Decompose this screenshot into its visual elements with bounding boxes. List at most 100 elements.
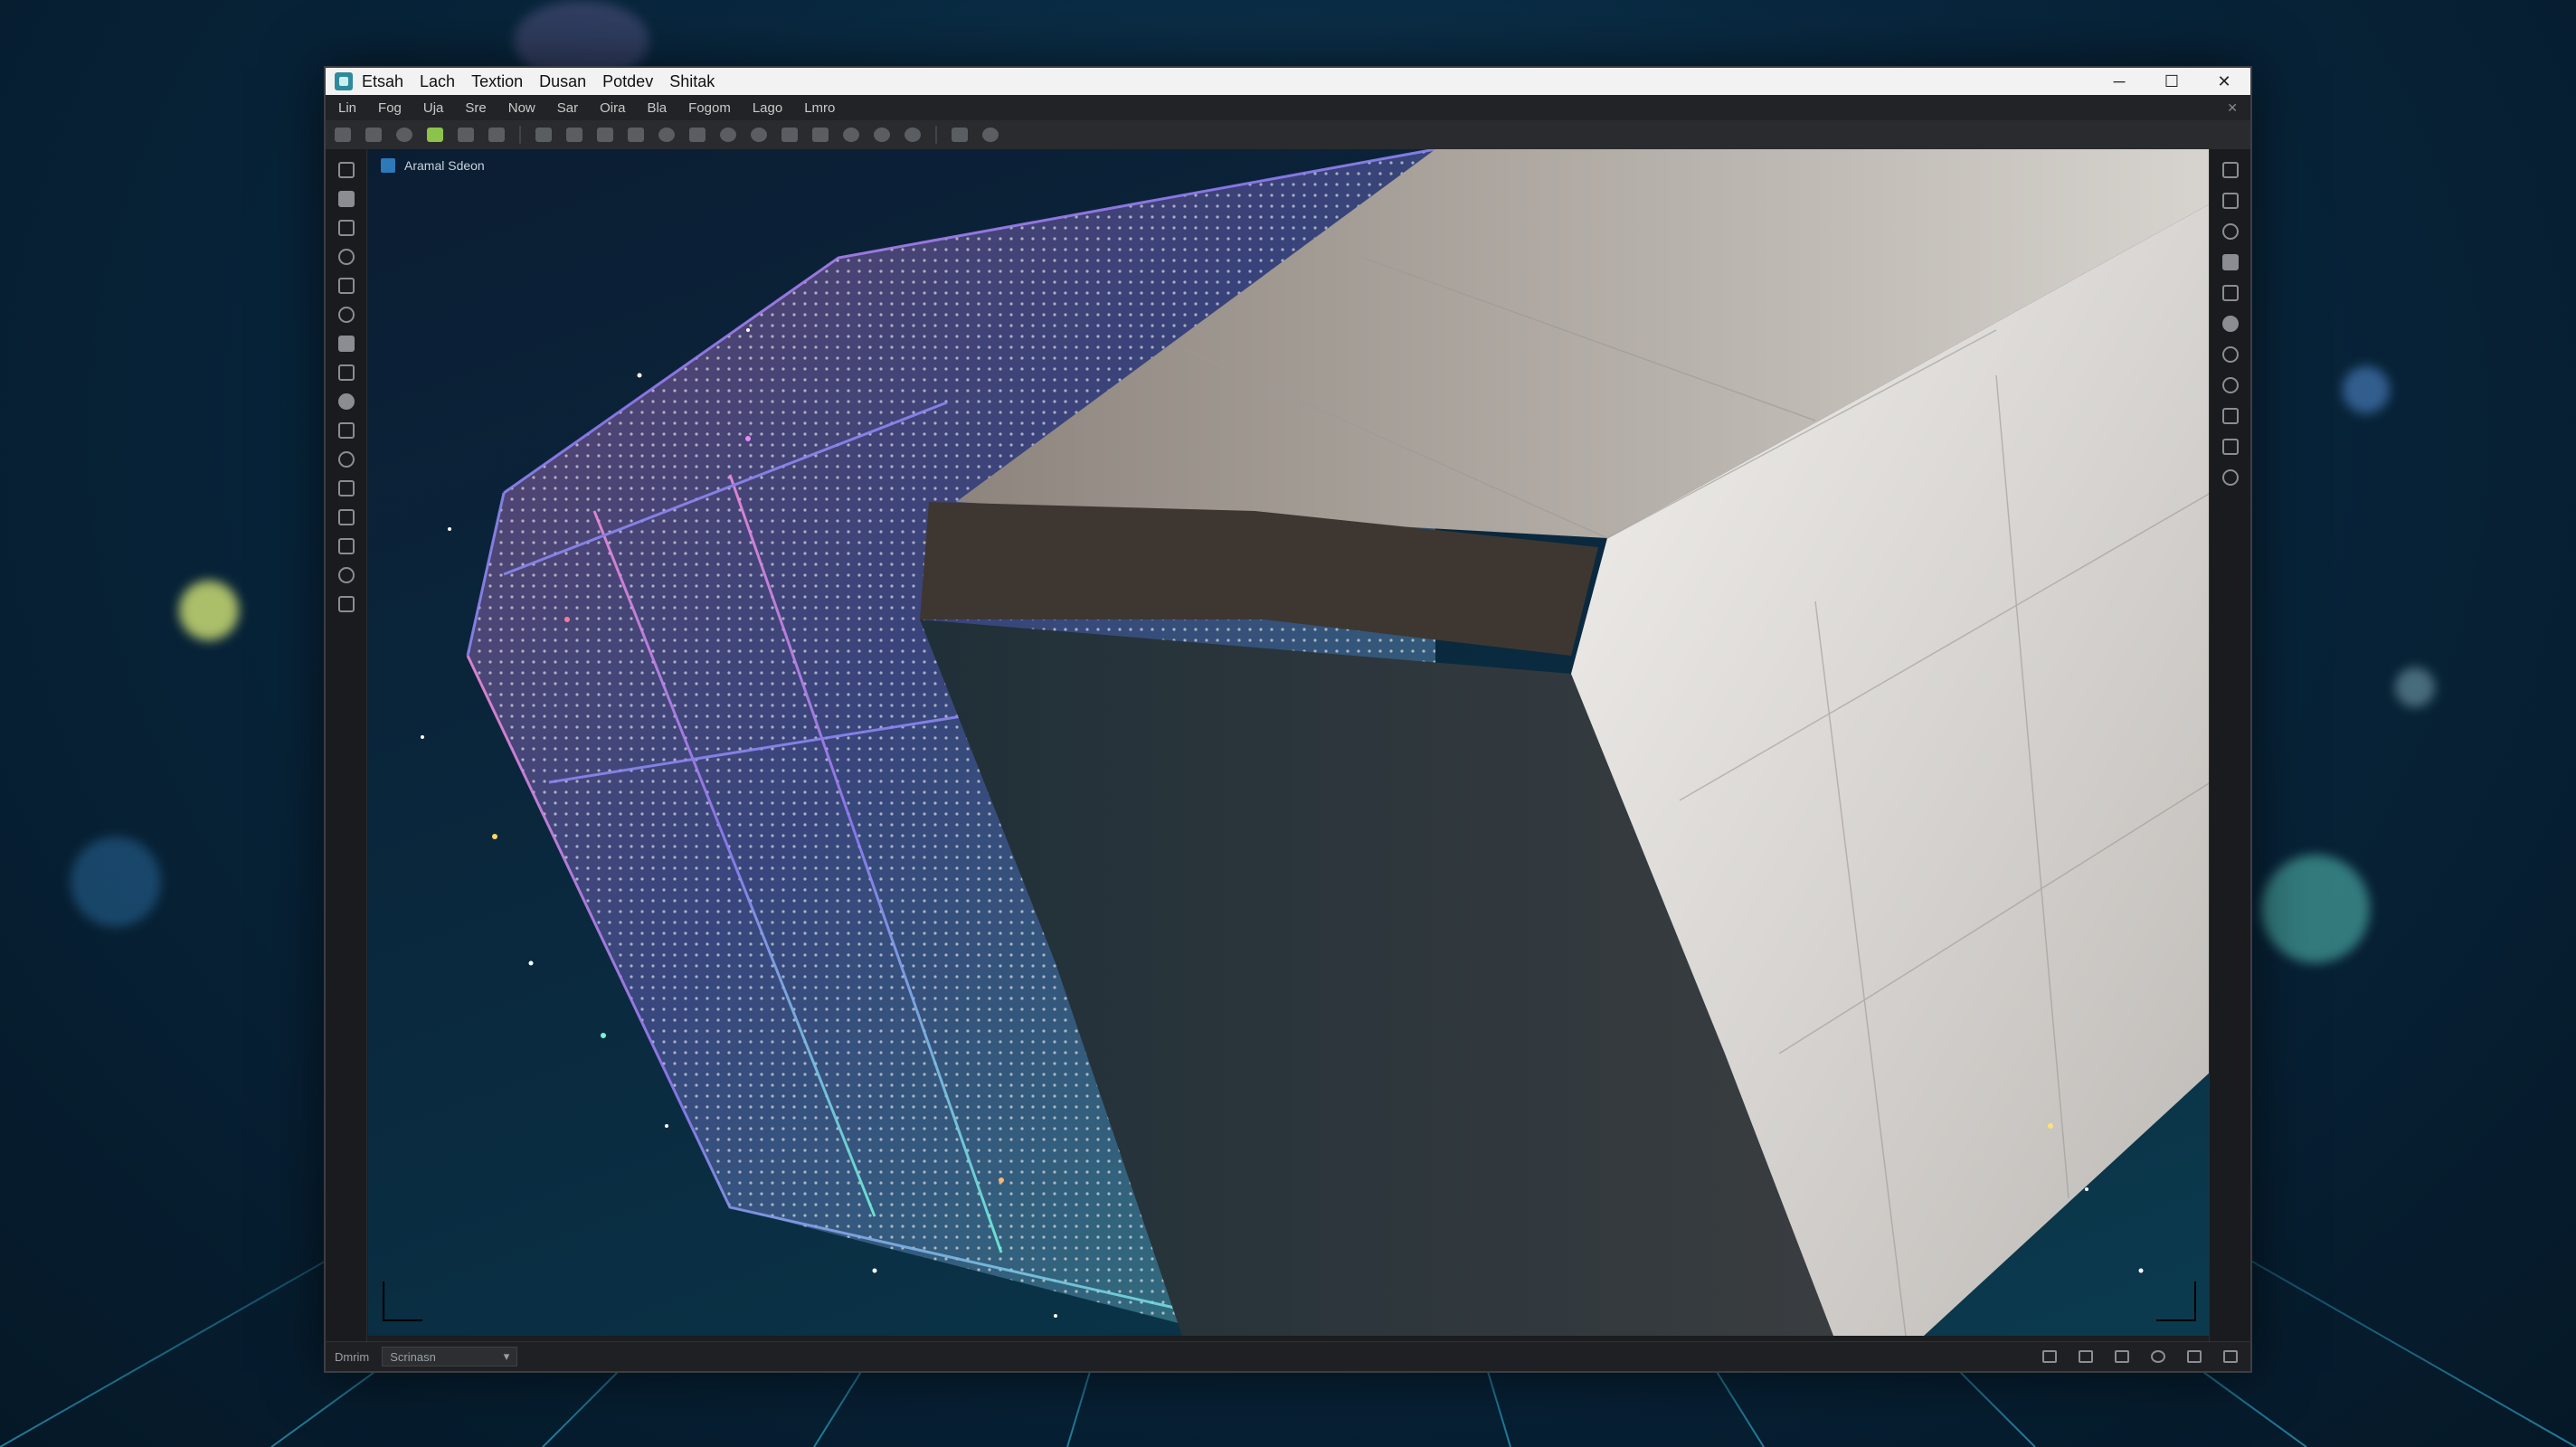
window-icon[interactable] (952, 128, 968, 142)
menu-item[interactable]: Lmro (804, 100, 835, 116)
crop-icon[interactable] (337, 538, 355, 554)
menu-item[interactable]: Uja (423, 100, 444, 116)
title-menu-item[interactable]: Shitak (669, 72, 715, 91)
material-icon[interactable] (843, 128, 859, 142)
scale-icon[interactable] (337, 220, 355, 236)
zoom-icon[interactable] (337, 307, 355, 323)
maximize-button[interactable]: ☐ (2145, 68, 2198, 95)
status-icons (2042, 1350, 2238, 1363)
frame-icon[interactable] (812, 128, 829, 142)
menu-item[interactable]: Lin (338, 100, 356, 116)
move-icon[interactable] (337, 162, 355, 178)
duplicate-icon[interactable] (2221, 193, 2239, 209)
loop-icon[interactable] (337, 567, 355, 583)
new-icon[interactable] (396, 128, 412, 142)
camera-icon[interactable] (781, 128, 798, 142)
material-icon[interactable] (2221, 316, 2239, 332)
menu-bar: Lin Fog Uja Sre Now Sar Oira Bla Fogom L… (326, 95, 2250, 120)
mesh-icon[interactable] (628, 128, 644, 142)
link-icon[interactable] (2115, 1350, 2129, 1363)
settings-icon[interactable] (982, 128, 999, 142)
status-mode[interactable]: Dmrim (335, 1350, 369, 1364)
title-menu-item[interactable]: Dusan (539, 72, 586, 91)
redo-icon[interactable] (365, 128, 382, 142)
render-icon[interactable] (904, 128, 921, 142)
target-icon[interactable] (2151, 1350, 2165, 1363)
minimize-button[interactable]: ─ (2093, 68, 2145, 95)
title-menu: Etsah Lach Textion Dusan Potdev Shitak (362, 72, 715, 91)
title-menu-item[interactable]: Lach (420, 72, 455, 91)
export-icon[interactable] (337, 480, 355, 497)
close-panel-icon[interactable]: ✕ (2227, 100, 2238, 116)
viewport-label[interactable]: Aramal Sdeon (381, 158, 485, 173)
refresh-icon[interactable] (2221, 377, 2239, 393)
transform-icon[interactable] (337, 249, 355, 265)
viewport-label-text: Aramal Sdeon (404, 158, 485, 173)
box-icon[interactable] (337, 278, 355, 294)
toolbar-separator (519, 126, 521, 144)
bokeh-light (2261, 855, 2370, 963)
grid-icon[interactable] (597, 128, 613, 142)
status-dropdown-value: Scrinasn (390, 1349, 436, 1364)
pen-icon[interactable] (337, 364, 355, 381)
sphere-icon[interactable] (337, 451, 355, 468)
title-menu-item[interactable]: Textion (471, 72, 523, 91)
menu-item[interactable]: Lago (753, 100, 782, 116)
frame-guide-bottom-left (383, 1281, 422, 1321)
camera-icon[interactable] (337, 596, 355, 612)
paint-icon[interactable] (337, 336, 355, 352)
light-icon[interactable] (751, 128, 767, 142)
toolbar (326, 120, 2250, 149)
plane-icon[interactable] (566, 128, 582, 142)
title-bar: Etsah Lach Textion Dusan Potdev Shitak ─… (326, 68, 2250, 95)
undo-icon[interactable] (335, 128, 351, 142)
cube-icon[interactable] (535, 128, 552, 142)
window-icon[interactable] (2187, 1350, 2202, 1363)
menu-item[interactable]: Sre (465, 100, 486, 116)
close-button[interactable]: ✕ (2198, 68, 2250, 95)
bokeh-light (2343, 366, 2390, 413)
title-menu-item[interactable]: Potdev (602, 72, 653, 91)
chevron-down-icon[interactable] (2221, 469, 2239, 486)
settings-icon[interactable] (2221, 408, 2239, 424)
frame-guide-bottom-right (2156, 1281, 2196, 1321)
cursor-icon[interactable] (2221, 162, 2239, 178)
torus-icon[interactable] (720, 128, 736, 142)
save-icon[interactable] (458, 128, 474, 142)
circle-icon[interactable] (2221, 223, 2239, 240)
screen-icon[interactable] (2042, 1350, 2057, 1363)
menu-item[interactable]: Fogom (688, 100, 731, 116)
app-window: Etsah Lach Textion Dusan Potdev Shitak ─… (324, 66, 2252, 1373)
menu-item[interactable]: Bla (647, 100, 667, 116)
bokeh-light (2395, 667, 2435, 707)
menu-item[interactable]: Fog (378, 100, 402, 116)
render-icon[interactable] (2221, 346, 2239, 363)
import-icon[interactable] (488, 128, 505, 142)
title-menu-item[interactable]: Etsah (362, 72, 403, 91)
bokeh-light (71, 837, 161, 927)
layer-icon[interactable] (337, 422, 355, 439)
app-icon (335, 72, 353, 90)
grid-icon[interactable] (337, 509, 355, 525)
cylinder-icon[interactable] (689, 128, 706, 142)
menu-item[interactable]: Now (508, 100, 535, 116)
bokeh-light (179, 581, 239, 640)
rotate-icon[interactable] (337, 191, 355, 207)
sphere-icon[interactable] (658, 128, 675, 142)
status-bar: Dmrim Scrinasn ▾ (326, 1341, 2250, 1371)
open-icon[interactable] (427, 128, 443, 142)
expand-icon[interactable] (2223, 1350, 2238, 1363)
panel-icon[interactable] (2221, 439, 2239, 455)
status-dropdown[interactable]: Scrinasn ▾ (382, 1347, 518, 1367)
right-tool-panel (2209, 149, 2250, 1366)
toolbar-separator (935, 126, 937, 144)
sculpt-icon[interactable] (337, 393, 355, 410)
camera-icon[interactable] (2079, 1350, 2093, 1363)
menu-item[interactable]: Oira (600, 100, 625, 116)
chevron-down-icon: ▾ (503, 1349, 510, 1363)
menu-item[interactable]: Sar (557, 100, 578, 116)
3d-viewport[interactable]: Aramal Sdeon (368, 149, 2211, 1336)
texture-icon[interactable] (874, 128, 890, 142)
save-icon[interactable] (2221, 285, 2239, 301)
chart-icon[interactable] (2221, 254, 2239, 270)
